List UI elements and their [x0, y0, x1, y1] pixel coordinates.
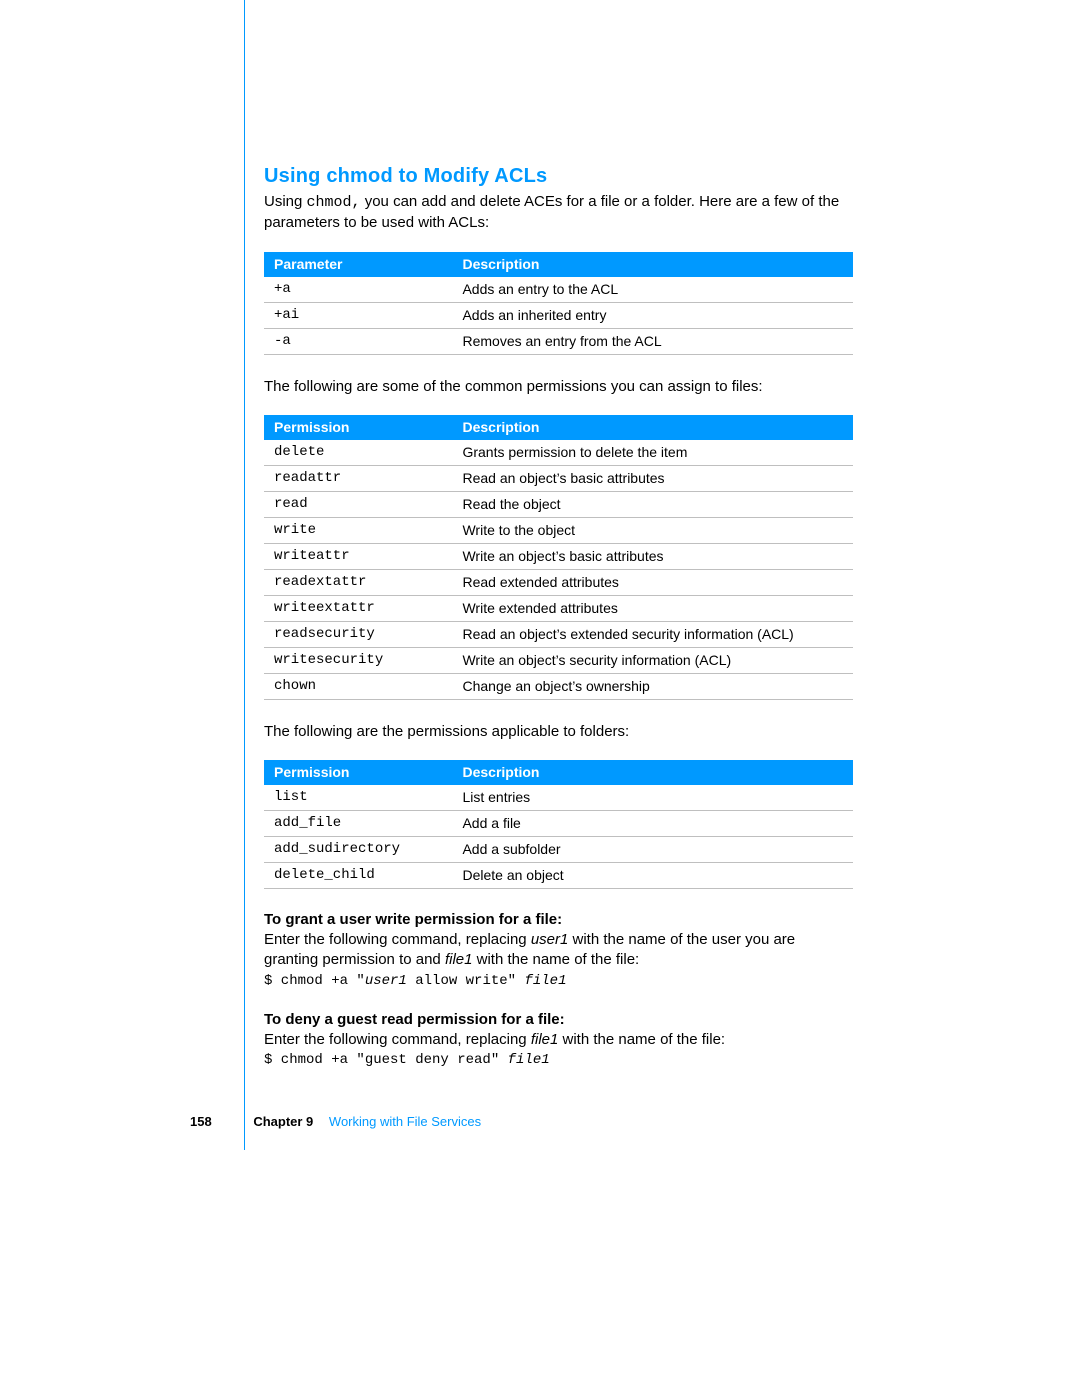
table-row: writeWrite to the object: [264, 517, 853, 543]
page-number: 158: [190, 1114, 212, 1129]
param-desc: Adds an entry to the ACL: [452, 277, 853, 303]
chapter-label: Chapter 9: [253, 1114, 313, 1129]
deny-body-post: with the name of the file:: [558, 1031, 725, 1048]
grant-title: To grant a user write permission for a f…: [264, 911, 853, 928]
perm-code: delete_child: [264, 863, 452, 889]
table-row: chownChange an object’s ownership: [264, 673, 853, 699]
perm-desc: Read an object’s extended security infor…: [452, 621, 853, 647]
grant-body-it2: file1: [445, 951, 473, 968]
intro-pre: Using: [264, 193, 307, 210]
perm-desc: Write to the object: [452, 517, 853, 543]
deny-body-pre: Enter the following command, replacing: [264, 1031, 531, 1048]
col-permission: Permission: [264, 760, 452, 785]
col-description: Description: [452, 415, 853, 440]
table-row: readextattrRead extended attributes: [264, 569, 853, 595]
page: Using chmod to Modify ACLs Using chmod, …: [0, 0, 1080, 1397]
table-row: readsecurityRead an object’s extended se…: [264, 621, 853, 647]
grant-body-pre: Enter the following command, replacing: [264, 931, 531, 948]
table-row: readRead the object: [264, 491, 853, 517]
perm-code: chown: [264, 673, 452, 699]
cmd-file: file1: [508, 1052, 550, 1068]
perm-code: write: [264, 517, 452, 543]
perm-desc: Grants permission to delete the item: [452, 440, 853, 466]
perm-code: readextattr: [264, 569, 452, 595]
col-description: Description: [452, 252, 853, 277]
col-description: Description: [452, 760, 853, 785]
perm-code: delete: [264, 440, 452, 466]
col-permission: Permission: [264, 415, 452, 440]
intro-paragraph: Using chmod, you can add and delete ACEs…: [264, 192, 853, 234]
perm-desc: Write an object’s security information (…: [452, 647, 853, 673]
perm-desc: Read extended attributes: [452, 569, 853, 595]
param-desc: Removes an entry from the ACL: [452, 328, 853, 354]
table-header-row: Permission Description: [264, 415, 853, 440]
section-heading: Using chmod to Modify ACLs: [264, 165, 853, 188]
grant-command: $ chmod +a "user1 allow write" file1: [264, 973, 853, 989]
perm-desc: Read an object’s basic attributes: [452, 465, 853, 491]
param-code: +ai: [264, 302, 452, 328]
table-header-row: Permission Description: [264, 760, 853, 785]
cmd-pre: $ chmod +a ": [264, 973, 365, 989]
table-header-row: Parameter Description: [264, 252, 853, 277]
deny-body: Enter the following command, replacing f…: [264, 1030, 853, 1050]
perm-desc: Add a file: [452, 811, 853, 837]
table-row: writesecurityWrite an object’s security …: [264, 647, 853, 673]
perm-desc: List entries: [452, 785, 853, 811]
param-desc: Adds an inherited entry: [452, 302, 853, 328]
table-row: writeattrWrite an object’s basic attribu…: [264, 543, 853, 569]
table-row: add_fileAdd a file: [264, 811, 853, 837]
perm-code: writesecurity: [264, 647, 452, 673]
file-permissions-table: Permission Description deleteGrants perm…: [264, 415, 853, 700]
folder-perms-intro: The following are the permissions applic…: [264, 722, 853, 742]
grant-body-post: with the name of the file:: [472, 951, 639, 968]
cmd-mid: allow write": [407, 973, 525, 989]
param-code: +a: [264, 277, 452, 303]
perm-desc: Delete an object: [452, 863, 853, 889]
perm-desc: Add a subfolder: [452, 837, 853, 863]
deny-command: $ chmod +a "guest deny read" file1: [264, 1052, 853, 1068]
perm-code: writeattr: [264, 543, 452, 569]
perm-code: add_sudirectory: [264, 837, 452, 863]
table-row: +a Adds an entry to the ACL: [264, 277, 853, 303]
deny-body-it1: file1: [531, 1031, 559, 1048]
perm-code: writeextattr: [264, 595, 452, 621]
perm-code: readsecurity: [264, 621, 452, 647]
cmd-pre: $ chmod +a "guest deny read": [264, 1052, 508, 1068]
table-row: delete_childDelete an object: [264, 863, 853, 889]
perm-code: readattr: [264, 465, 452, 491]
page-footer: 158 Chapter 9 Working with File Services: [190, 1114, 481, 1129]
param-code: -a: [264, 328, 452, 354]
parameters-table: Parameter Description +a Adds an entry t…: [264, 252, 853, 355]
cmd-user: user1: [365, 973, 407, 989]
grant-body: Enter the following command, replacing u…: [264, 930, 853, 971]
perm-code: list: [264, 785, 452, 811]
perm-code: read: [264, 491, 452, 517]
table-row: -a Removes an entry from the ACL: [264, 328, 853, 354]
table-row: writeextattrWrite extended attributes: [264, 595, 853, 621]
chapter-title: Working with File Services: [329, 1114, 481, 1129]
table-row: add_sudirectoryAdd a subfolder: [264, 837, 853, 863]
col-parameter: Parameter: [264, 252, 452, 277]
deny-title: To deny a guest read permission for a fi…: [264, 1011, 853, 1028]
grant-body-it1: user1: [531, 931, 569, 948]
perm-desc: Change an object’s ownership: [452, 673, 853, 699]
table-row: readattrRead an object’s basic attribute…: [264, 465, 853, 491]
table-row: listList entries: [264, 785, 853, 811]
perm-desc: Read the object: [452, 491, 853, 517]
intro-code: chmod,: [307, 194, 361, 211]
perm-code: add_file: [264, 811, 452, 837]
table-row: +ai Adds an inherited entry: [264, 302, 853, 328]
folder-permissions-table: Permission Description listList entries …: [264, 760, 853, 889]
table-row: deleteGrants permission to delete the it…: [264, 440, 853, 466]
perm-desc: Write an object’s basic attributes: [452, 543, 853, 569]
left-margin-rule: [244, 0, 245, 1150]
cmd-file: file1: [524, 973, 566, 989]
perm-desc: Write extended attributes: [452, 595, 853, 621]
file-perms-intro: The following are some of the common per…: [264, 377, 853, 397]
